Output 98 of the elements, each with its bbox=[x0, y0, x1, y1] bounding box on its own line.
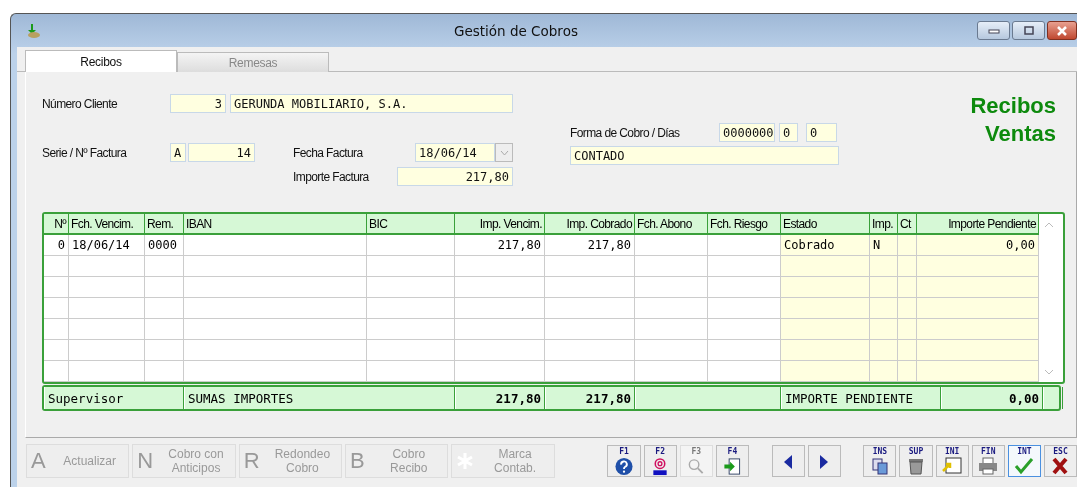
table-cell bbox=[898, 340, 917, 361]
previous-button[interactable] bbox=[771, 445, 805, 477]
table-cell bbox=[870, 298, 898, 319]
help-icon bbox=[614, 457, 635, 476]
tab[interactable]: Recibos bbox=[25, 50, 177, 73]
chevron-down-icon bbox=[499, 149, 509, 156]
footer-cell: 217,80 bbox=[455, 387, 545, 409]
command-key-button[interactable]: FIN bbox=[971, 445, 1005, 477]
section-heading: Recibos bbox=[970, 92, 1056, 120]
table-cell bbox=[898, 256, 917, 277]
input-field[interactable]: 217,80 bbox=[397, 167, 513, 186]
column-header[interactable]: Fch. Vencim. bbox=[69, 214, 145, 235]
close-button[interactable] bbox=[1047, 21, 1077, 40]
table-cell bbox=[870, 277, 898, 298]
table-cell bbox=[898, 277, 917, 298]
triangle-right-icon bbox=[819, 454, 830, 469]
command-key-button[interactable]: INI bbox=[935, 445, 969, 477]
table-cell bbox=[44, 298, 69, 319]
window-title: Gestión de Cobros bbox=[454, 22, 578, 39]
input-field[interactable]: GERUNDA MOBILIARIO, S.A. bbox=[230, 94, 513, 113]
column-header[interactable]: Ct bbox=[898, 214, 917, 235]
table-cell bbox=[145, 298, 184, 319]
table-cell bbox=[145, 340, 184, 361]
table-cell bbox=[870, 340, 898, 361]
table-cell bbox=[44, 361, 69, 382]
command-key-button[interactable]: ESC bbox=[1043, 445, 1077, 477]
printer-icon bbox=[978, 457, 999, 475]
column-header[interactable]: Imp. Vencim. bbox=[455, 214, 545, 235]
close-icon bbox=[1056, 25, 1068, 36]
next-button[interactable] bbox=[807, 445, 841, 477]
field-label: Serie / Nº Factura bbox=[42, 145, 128, 160]
maximize-button[interactable] bbox=[1012, 21, 1045, 40]
footer-cell: Supervisor bbox=[44, 387, 184, 409]
field-label: Fecha Factura bbox=[293, 145, 364, 160]
column-header[interactable]: Fch. Riesgo bbox=[708, 214, 781, 235]
table-cell bbox=[145, 256, 184, 277]
footer-cell: 0,00 bbox=[941, 387, 1043, 409]
footer-cell: SUMAS IMPORTES bbox=[184, 387, 455, 409]
column-header[interactable]: BIC bbox=[367, 214, 455, 235]
section-heading: Ventas bbox=[984, 120, 1056, 148]
command-key-button[interactable]: INT bbox=[1007, 445, 1041, 477]
table-cell: N bbox=[870, 235, 898, 256]
date-field[interactable]: 18/06/14 bbox=[415, 143, 495, 162]
input-field[interactable]: 14 bbox=[188, 143, 255, 162]
table-cell bbox=[870, 361, 898, 382]
input-field[interactable]: 0 bbox=[779, 123, 798, 142]
table-cell: 18/06/14 bbox=[69, 235, 145, 256]
function-key-button[interactable]: F2 bbox=[643, 445, 677, 477]
table-cell bbox=[870, 256, 898, 277]
field-label: Forma de Cobro / Días bbox=[570, 125, 681, 140]
trash-icon bbox=[906, 457, 926, 475]
field-label: Número Cliente bbox=[42, 96, 118, 111]
export-arrow-icon bbox=[722, 457, 743, 476]
table-cell: 0 bbox=[44, 235, 69, 256]
table-cell bbox=[870, 319, 898, 340]
table-cell bbox=[145, 277, 184, 298]
input-field[interactable]: A bbox=[170, 143, 186, 162]
function-key-button[interactable]: F1 bbox=[607, 445, 641, 477]
table-cell bbox=[898, 319, 917, 340]
input-field[interactable]: 0 bbox=[806, 123, 837, 142]
footer-cell: 217,80 bbox=[545, 387, 635, 409]
table-cell: 217,80 bbox=[455, 235, 545, 256]
triangle-left-icon bbox=[783, 454, 794, 469]
table-cell bbox=[44, 277, 69, 298]
column-header[interactable]: Importe Pendiente bbox=[917, 214, 1039, 235]
column-header[interactable]: Imp. Cobrado bbox=[545, 214, 635, 235]
table-cell bbox=[44, 340, 69, 361]
table-cell bbox=[145, 319, 184, 340]
input-field[interactable]: 3 bbox=[170, 94, 226, 113]
input-field[interactable]: CONTADO bbox=[570, 146, 839, 165]
input-field[interactable]: 0000000 bbox=[719, 123, 775, 142]
table-cell bbox=[898, 361, 917, 382]
column-header[interactable]: Rem. bbox=[145, 214, 184, 235]
table-cell: Cobrado bbox=[781, 235, 870, 256]
copy-icon bbox=[869, 457, 890, 475]
column-header[interactable]: Fch. Abono bbox=[635, 214, 708, 235]
column-header[interactable]: Estado bbox=[781, 214, 870, 235]
footer-cell: IMPORTE PENDIENTE bbox=[781, 387, 941, 409]
table-cell bbox=[898, 235, 917, 256]
function-key-button[interactable]: F4 bbox=[715, 445, 749, 477]
column-header[interactable]: IBAN bbox=[184, 214, 367, 235]
field-label: Importe Factura bbox=[293, 169, 370, 184]
table-cell: 0000 bbox=[145, 235, 184, 256]
column-header[interactable]: Imp. bbox=[870, 214, 898, 235]
table-cell: 0,00 bbox=[917, 235, 1039, 256]
checkmark-icon bbox=[1014, 457, 1035, 475]
table-cell: 217,80 bbox=[545, 235, 635, 256]
column-header[interactable]: Nº bbox=[44, 214, 69, 235]
table-cell bbox=[898, 298, 917, 319]
app-icon bbox=[25, 22, 41, 39]
table-cell bbox=[44, 319, 69, 340]
minimize-icon bbox=[987, 27, 1000, 34]
maximize-icon bbox=[1022, 25, 1035, 36]
command-key-button[interactable]: SUP bbox=[899, 445, 933, 477]
table-cell bbox=[145, 361, 184, 382]
command-key-button[interactable]: INS bbox=[863, 445, 897, 477]
minimize-button[interactable] bbox=[977, 21, 1010, 40]
table-cell bbox=[44, 256, 69, 277]
